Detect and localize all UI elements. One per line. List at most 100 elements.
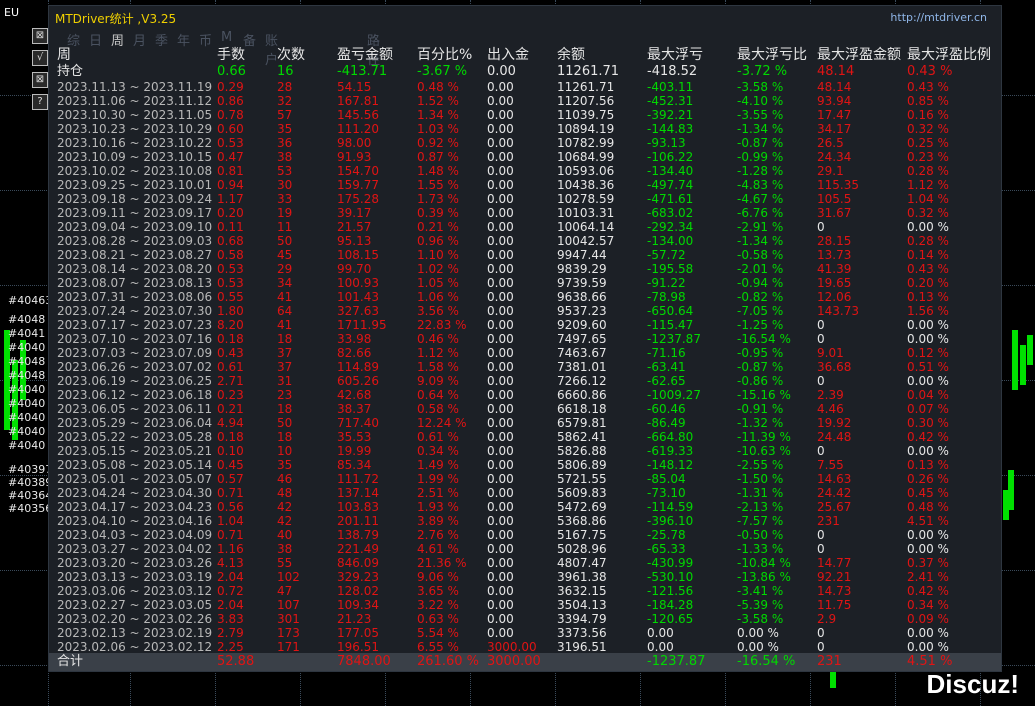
row-pct: 0.87 % — [417, 150, 459, 164]
tab-month[interactable]: 月 — [133, 30, 146, 49]
row-pct: 1.48 % — [417, 164, 459, 178]
row-io: 0.00 — [487, 346, 514, 360]
order-label[interactable]: #40463 — [8, 294, 52, 307]
order-label[interactable]: #4040 — [8, 439, 45, 452]
order-label[interactable]: #4040 — [8, 411, 45, 424]
row-week: 2023.05.08 ~ 2023.05.14 — [57, 458, 213, 472]
side-button[interactable]: ⊠ — [32, 72, 48, 88]
row-pct: 1.06 % — [417, 290, 459, 304]
row-max-float-profit: 14.63 — [817, 472, 852, 486]
panel-titlebar[interactable]: MTDriver统计 ,V3.25 http://mtdriver.cn — [49, 6, 1001, 28]
row-pct: 9.06 % — [417, 570, 459, 584]
order-label[interactable]: #4040 — [8, 425, 45, 438]
order-label[interactable]: #4048 — [8, 313, 45, 326]
row-max-float-profit: 0 — [817, 626, 825, 640]
tab-quarter[interactable]: 季 — [155, 30, 168, 49]
row-max-float-loss: -619.33 — [647, 444, 694, 458]
row-pl: 1711.95 — [337, 318, 387, 332]
row-week: 2023.03.06 ~ 2023.03.12 — [57, 584, 213, 598]
row-io: 0.00 — [487, 500, 514, 514]
row-io: 0.00 — [487, 304, 514, 318]
table-row: 2023.04.10 ~ 2023.04.16 1.04 42 201.11 3.89 … — [57, 514, 1001, 528]
row-balance: 9638.66 — [557, 290, 607, 304]
row-pct: 1.12 % — [417, 346, 459, 360]
row-pct: 21.36 % — [417, 556, 467, 570]
row-count: 30 — [277, 178, 293, 192]
row-count: 57 — [277, 108, 293, 122]
row-io: 0.00 — [487, 150, 514, 164]
order-label[interactable]: #4040 — [8, 383, 45, 396]
tab-magic[interactable]: M — [221, 30, 232, 45]
table-row: 2023.09.11 ~ 2023.09.17 0.20 19 39.17 0.39 %… — [57, 206, 1001, 220]
row-pl: 109.34 — [337, 598, 379, 612]
row-balance: 9537.23 — [557, 304, 607, 318]
row-count: 102 — [277, 570, 300, 584]
row-max-float-profit-pct: 0.04 % — [907, 388, 949, 402]
order-label[interactable]: #4040 — [8, 397, 45, 410]
row-io: 0.00 — [487, 416, 514, 430]
row-pct: 3.56 % — [417, 304, 459, 318]
row-io: 0.00 — [487, 486, 514, 500]
total-max-float-loss-pct: -16.54 % — [737, 654, 796, 669]
tab-currency[interactable]: 币 — [199, 30, 212, 49]
side-button[interactable]: √ — [32, 50, 48, 66]
row-max-float-profit-pct: 0.00 % — [907, 374, 949, 388]
row-lots: 0.60 — [217, 122, 244, 136]
row-max-float-loss-pct: -5.39 % — [737, 598, 784, 612]
tab-day[interactable]: 日 — [89, 30, 102, 49]
row-balance: 9739.59 — [557, 276, 607, 290]
row-max-float-profit-pct: 1.12 % — [907, 178, 949, 192]
row-max-float-profit: 11.75 — [817, 598, 852, 612]
order-label[interactable]: #4041 — [8, 327, 45, 340]
table-row: 2023.11.06 ~ 2023.11.12 0.86 32 167.81 1.52 … — [57, 94, 1001, 108]
row-max-float-profit: 143.73 — [817, 304, 859, 318]
row-lots: 1.17 — [217, 192, 244, 206]
row-max-float-loss-pct: -10.63 % — [737, 444, 791, 458]
order-label[interactable]: #4048 — [8, 369, 45, 382]
row-count: 41 — [277, 290, 293, 304]
row-max-float-profit-pct: 0.00 % — [907, 444, 949, 458]
order-label[interactable]: #40389 — [8, 476, 52, 489]
holding-pct: -3.67 % — [417, 64, 468, 79]
row-io: 0.00 — [487, 164, 514, 178]
help-button[interactable]: ? — [32, 94, 48, 110]
order-label[interactable]: #40356 — [8, 502, 52, 515]
row-pct: 2.76 % — [417, 528, 459, 542]
row-count: 107 — [277, 598, 300, 612]
side-button[interactable]: ⊠ — [32, 28, 48, 44]
order-label[interactable]: #40364 — [8, 489, 52, 502]
row-max-float-loss-pct: -1.50 % — [737, 472, 784, 486]
order-label[interactable]: #4040 — [8, 341, 45, 354]
row-io: 0.00 — [487, 514, 514, 528]
row-max-float-profit: 105.5 — [817, 192, 852, 206]
order-label[interactable]: #40397 — [8, 463, 52, 476]
row-max-float-loss-pct: -0.58 % — [737, 248, 784, 262]
row-max-float-loss: -1009.27 — [647, 388, 701, 402]
row-balance: 10894.19 — [557, 122, 615, 136]
row-max-float-profit-pct: 0.00 % — [907, 318, 949, 332]
table-row: 2023.10.09 ~ 2023.10.15 0.47 38 91.93 0.87 %… — [57, 150, 1001, 164]
row-count: 31 — [277, 374, 293, 388]
order-label[interactable]: #4048 — [8, 355, 45, 368]
row-max-float-loss: -292.34 — [647, 220, 694, 234]
row-week: 2023.07.24 ~ 2023.07.30 — [57, 304, 213, 318]
row-max-float-loss: -392.21 — [647, 108, 694, 122]
row-week: 2023.06.19 ~ 2023.06.25 — [57, 374, 213, 388]
row-max-float-loss: -497.74 — [647, 178, 694, 192]
row-pct: 6.55 % — [417, 640, 459, 654]
holding-row: 持仓 0.66 16 -413.71 -3.67 % 0.00 11261.71… — [57, 65, 1001, 79]
row-pct: 0.63 % — [417, 612, 459, 626]
row-max-float-loss-pct: -16.54 % — [737, 332, 791, 346]
row-io: 0.00 — [487, 374, 514, 388]
row-lots: 2.25 — [217, 640, 244, 654]
tab-year[interactable]: 年 — [177, 30, 190, 49]
website-link[interactable]: http://mtdriver.cn — [890, 11, 987, 24]
row-count: 50 — [277, 416, 293, 430]
table-row: 2023.10.30 ~ 2023.11.05 0.78 57 145.56 1.34 … — [57, 108, 1001, 122]
row-max-float-profit-pct: 0.12 % — [907, 346, 949, 360]
tab-week[interactable]: 周 — [111, 30, 124, 49]
row-io: 0.00 — [487, 108, 514, 122]
row-max-float-loss: -471.61 — [647, 192, 694, 206]
row-pct: 1.58 % — [417, 360, 459, 374]
row-week: 2023.04.24 ~ 2023.04.30 — [57, 486, 213, 500]
